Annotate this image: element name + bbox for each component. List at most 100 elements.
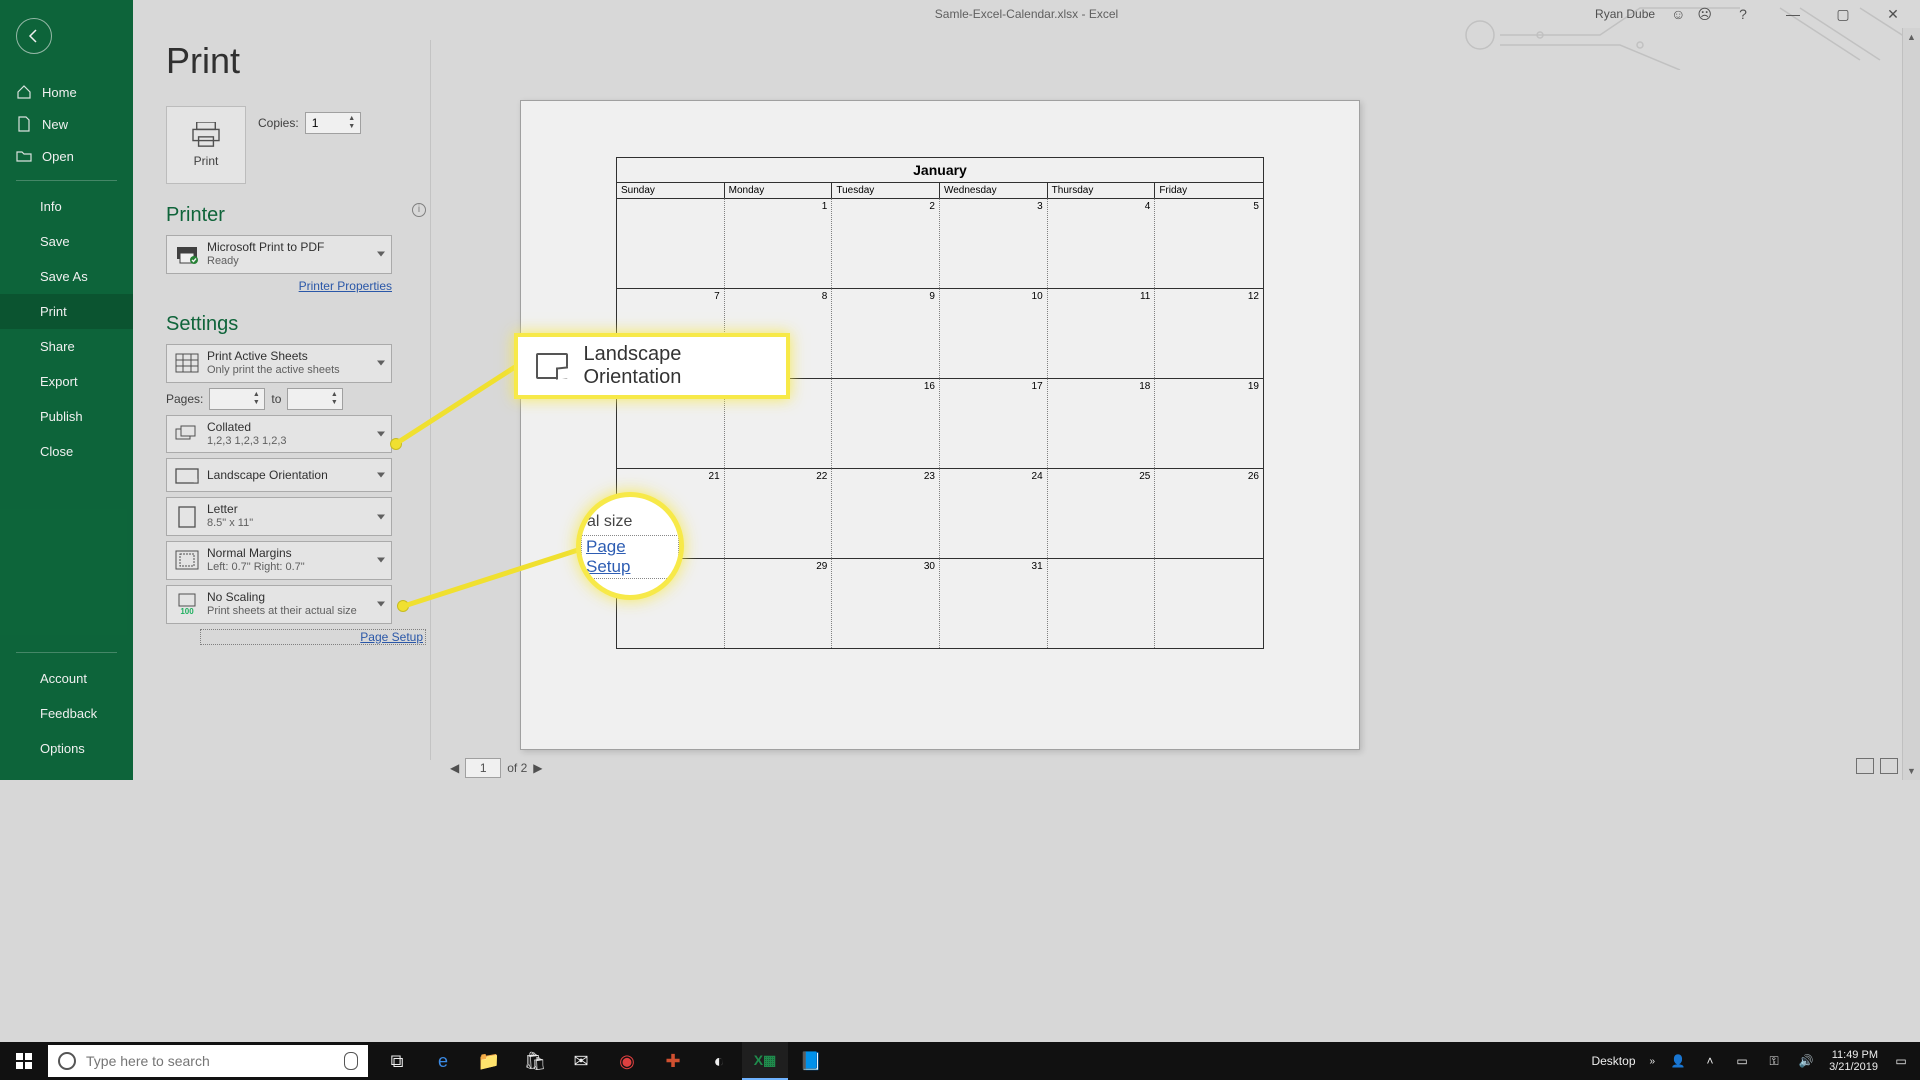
page-from-input[interactable]: ▲▼ (209, 388, 265, 410)
nav-publish[interactable]: Publish (0, 399, 133, 434)
calendar-cell (1155, 558, 1263, 648)
nav-print[interactable]: Print (0, 294, 133, 329)
taskbar-search[interactable] (48, 1045, 368, 1077)
volume-icon[interactable]: 🔊 (1797, 1052, 1815, 1070)
store-icon[interactable]: 🛍 (512, 1042, 558, 1080)
printer-select[interactable]: Microsoft Print to PDF Ready (166, 235, 392, 274)
chevron-down-icon (377, 361, 385, 366)
calendar-cell (617, 198, 725, 288)
wifi-icon[interactable]: ⚿ (1765, 1052, 1783, 1070)
show-margins-button[interactable] (1856, 758, 1874, 774)
app-icon[interactable]: ✚ (650, 1042, 696, 1080)
help-button[interactable]: ? (1724, 4, 1762, 24)
nav-open[interactable]: Open (0, 140, 133, 172)
calendar-month: January (617, 158, 1263, 182)
copies-input[interactable]: 1 ▲▼ (305, 112, 361, 134)
sad-face-icon[interactable]: ☹ (1697, 6, 1712, 23)
chevron-down-icon (377, 431, 385, 436)
copies-label: Copies: (258, 116, 299, 130)
mag-partial-text: al size (587, 513, 632, 531)
printer-properties-link[interactable]: Printer Properties (166, 279, 392, 293)
page-to-input[interactable]: ▲▼ (287, 388, 343, 410)
vertical-scrollbar[interactable]: ▲ ▼ (1902, 28, 1920, 780)
paper-size-title: Letter (207, 502, 253, 517)
collation-select[interactable]: Collated 1,2,3 1,2,3 1,2,3 (166, 415, 392, 454)
task-view-button[interactable]: ⧉ (374, 1042, 420, 1080)
chrome-icon[interactable]: ◐ (696, 1042, 742, 1080)
mail-icon[interactable]: ✉ (558, 1042, 604, 1080)
action-center-icon[interactable]: ▭ (1892, 1052, 1910, 1070)
clock-time: 11:49 PM (1829, 1049, 1878, 1061)
chevron-down-icon (377, 602, 385, 607)
scroll-up-icon[interactable]: ▲ (1903, 28, 1920, 46)
scroll-down-icon[interactable]: ▼ (1903, 762, 1920, 780)
next-page-button[interactable]: ▶ (533, 761, 542, 775)
chevron-down-icon (377, 473, 385, 478)
calendar-day-header: Wednesday (940, 183, 1048, 198)
nav-account[interactable]: Account (0, 661, 133, 696)
paper-size-select[interactable]: Letter 8.5" x 11" (166, 497, 392, 536)
margins-select[interactable]: Normal Margins Left: 0.7" Right: 0.7" (166, 541, 392, 580)
taskbar-clock[interactable]: 11:49 PM 3/21/2019 (1829, 1049, 1878, 1073)
desktop-toolbar-label[interactable]: Desktop (1591, 1054, 1635, 1068)
page-setup-magnifier: al size Page Setup (576, 492, 684, 600)
collation-sub: 1,2,3 1,2,3 1,2,3 (207, 435, 287, 449)
printer-heading: Printer (166, 204, 225, 227)
page-setup-link[interactable]: Page Setup (200, 629, 426, 645)
nav-label: Home (42, 85, 77, 100)
excel-taskbar-icon[interactable]: X▦ (742, 1042, 788, 1080)
calendar-cell: 10 (940, 288, 1048, 378)
printer-status: Ready (207, 255, 324, 269)
nav-share[interactable]: Share (0, 329, 133, 364)
calendar-day-header: Friday (1155, 183, 1263, 198)
nav-options[interactable]: Options (0, 731, 133, 766)
calendar-cell: 3 (940, 198, 1048, 288)
nav-home[interactable]: Home (0, 76, 133, 108)
scaling-badge: 100 (180, 607, 193, 616)
back-button[interactable] (16, 18, 52, 54)
calendar-day-header: Sunday (617, 183, 725, 198)
happy-face-icon[interactable]: ☺ (1671, 6, 1685, 22)
close-window-button[interactable]: ✕ (1874, 4, 1912, 24)
calendar-cell: 31 (940, 558, 1048, 648)
current-page-input[interactable]: 1 (465, 758, 501, 778)
zoom-to-page-button[interactable] (1880, 758, 1898, 774)
minimize-button[interactable]: — (1774, 4, 1812, 24)
mic-icon[interactable] (344, 1052, 358, 1070)
orientation-select[interactable]: Landscape Orientation (166, 458, 392, 492)
margins-sub: Left: 0.7" Right: 0.7" (207, 561, 305, 575)
nav-info[interactable]: Info (0, 189, 133, 224)
windows-taskbar: ⧉ e 📁 🛍 ✉ ◉ ✚ ◐ X▦ 📘 Desktop » 👤 ˄ ▭ ⚿ 🔊… (0, 1042, 1920, 1080)
search-input[interactable] (86, 1053, 306, 1069)
print-what-select[interactable]: Print Active Sheets Only print the activ… (166, 344, 392, 383)
edge-icon[interactable]: e (420, 1042, 466, 1080)
nav-export[interactable]: Export (0, 364, 133, 399)
orientation-title: Landscape Orientation (207, 468, 328, 483)
scaling-select[interactable]: 100 No Scaling Print sheets at their act… (166, 585, 392, 624)
landscape-icon (175, 463, 199, 487)
backstage-sidebar: Home New Open Info Save Save As Print Sh… (0, 0, 133, 780)
page-icon (175, 505, 199, 529)
nav-close[interactable]: Close (0, 434, 133, 469)
people-icon[interactable]: 👤 (1669, 1052, 1687, 1070)
printer-info-icon[interactable]: i (412, 203, 426, 217)
calendar-cell: 12 (1155, 288, 1263, 378)
start-button[interactable] (0, 1042, 48, 1080)
username-label[interactable]: Ryan Dube (1595, 7, 1655, 21)
tray-overflow-icon[interactable]: ˄ (1701, 1052, 1719, 1070)
print-what-title: Print Active Sheets (207, 349, 340, 364)
prev-page-button[interactable]: ◀ (450, 761, 459, 775)
margins-title: Normal Margins (207, 546, 305, 561)
nav-save-as[interactable]: Save As (0, 259, 133, 294)
nav-new[interactable]: New (0, 108, 133, 140)
restore-button[interactable]: ▢ (1824, 4, 1862, 24)
print-button[interactable]: Print (166, 106, 246, 184)
file-explorer-icon[interactable]: 📁 (466, 1042, 512, 1080)
nav-save[interactable]: Save (0, 224, 133, 259)
nav-feedback[interactable]: Feedback (0, 696, 133, 731)
app-icon-2[interactable]: 📘 (788, 1042, 834, 1080)
annotation-dot (397, 600, 409, 612)
battery-icon[interactable]: ▭ (1733, 1052, 1751, 1070)
toolbar-chevron-icon[interactable]: » (1650, 1056, 1656, 1067)
vivaldi-icon[interactable]: ◉ (604, 1042, 650, 1080)
